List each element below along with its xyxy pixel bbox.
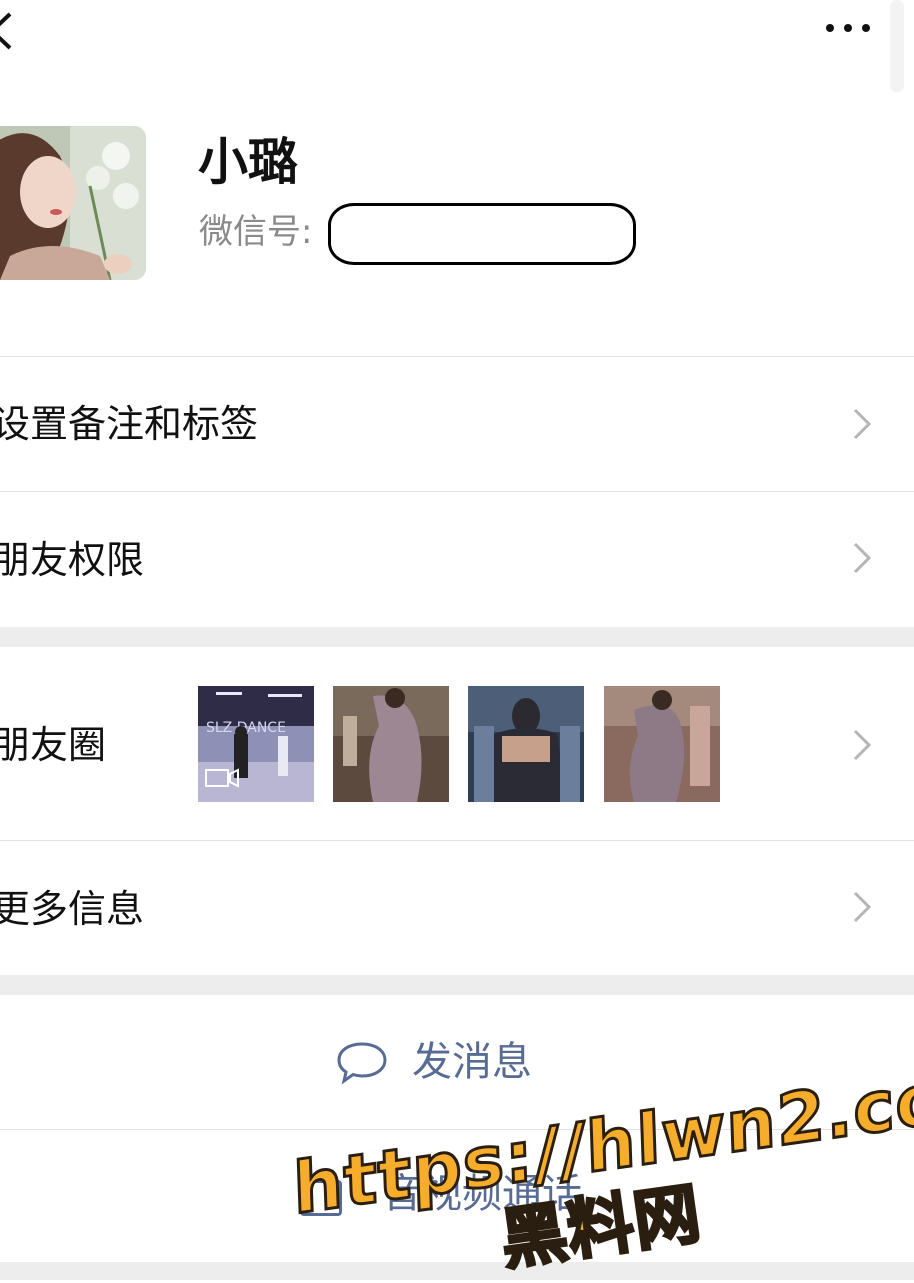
- row-label: 朋友权限: [0, 538, 145, 582]
- chat-bubble-icon: [337, 1042, 387, 1085]
- scrollbar[interactable]: [890, 0, 904, 92]
- chevron-right-icon: [853, 891, 872, 923]
- section-separator: [0, 627, 914, 647]
- moments-row[interactable]: 朋友圈: [0, 647, 914, 839]
- moments-thumbnail-photo[interactable]: [468, 686, 584, 802]
- back-arrow-icon[interactable]: [0, 6, 26, 56]
- wechat-id-label: 微信号:: [199, 212, 313, 252]
- more-info-row[interactable]: 更多信息: [0, 841, 914, 975]
- chevron-right-icon: [853, 408, 872, 440]
- section-separator: [0, 975, 914, 995]
- divider: [0, 356, 914, 357]
- friend-permissions-row[interactable]: 朋友权限: [0, 492, 914, 626]
- row-label: 更多信息: [0, 887, 145, 931]
- moments-thumbnail-video[interactable]: SLZ DANCE: [198, 686, 314, 802]
- more-options-button[interactable]: [818, 14, 878, 44]
- moments-thumbnail-photo[interactable]: [333, 686, 449, 802]
- chevron-right-icon: [853, 542, 872, 574]
- row-label: 设置备注和标签: [0, 402, 259, 446]
- section-separator: [0, 1262, 914, 1280]
- chevron-right-icon: [853, 729, 872, 761]
- moments-thumbnail-photo[interactable]: [604, 686, 720, 802]
- send-message-label: 发消息: [412, 1039, 532, 1085]
- display-name: 小璐: [198, 133, 298, 191]
- row-label: 朋友圈: [0, 723, 107, 767]
- wechat-id-redaction: [328, 203, 636, 265]
- remark-tags-row[interactable]: 设置备注和标签: [0, 358, 914, 490]
- avatar[interactable]: [0, 126, 146, 280]
